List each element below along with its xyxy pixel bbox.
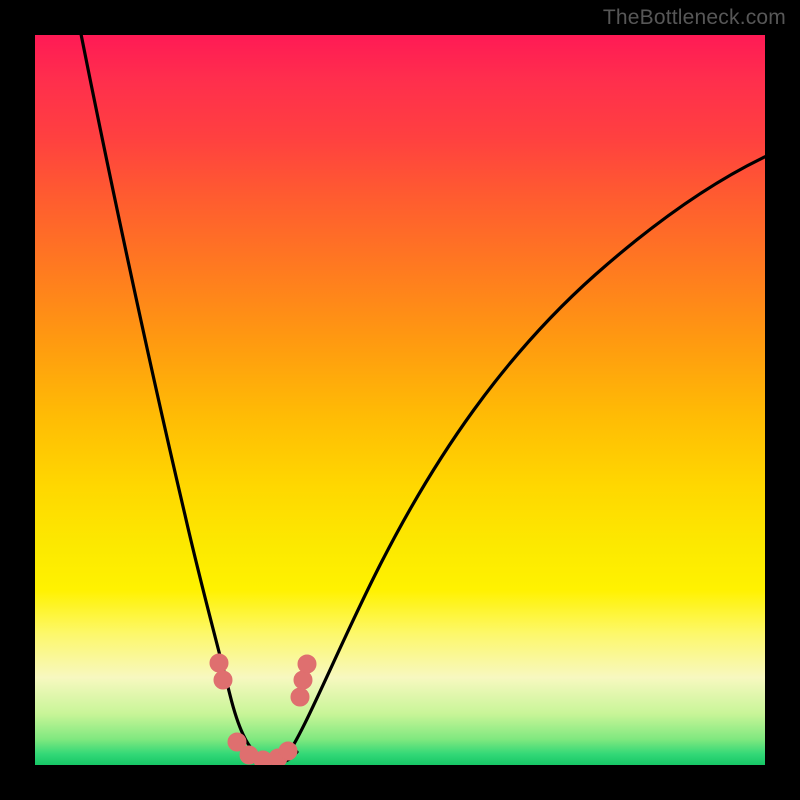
chart-svg	[35, 35, 765, 765]
marker-dot	[294, 671, 312, 689]
marker-dot	[214, 671, 232, 689]
marker-dot	[279, 742, 297, 760]
curve-right-branch	[285, 153, 765, 758]
marker-group	[210, 654, 316, 765]
chart-frame: TheBottleneck.com	[0, 0, 800, 800]
watermark-text: TheBottleneck.com	[603, 6, 786, 30]
curve-left-branch	[78, 35, 260, 757]
marker-dot	[298, 655, 316, 673]
marker-dot	[210, 654, 228, 672]
plot-area	[35, 35, 765, 765]
marker-dot	[291, 688, 309, 706]
